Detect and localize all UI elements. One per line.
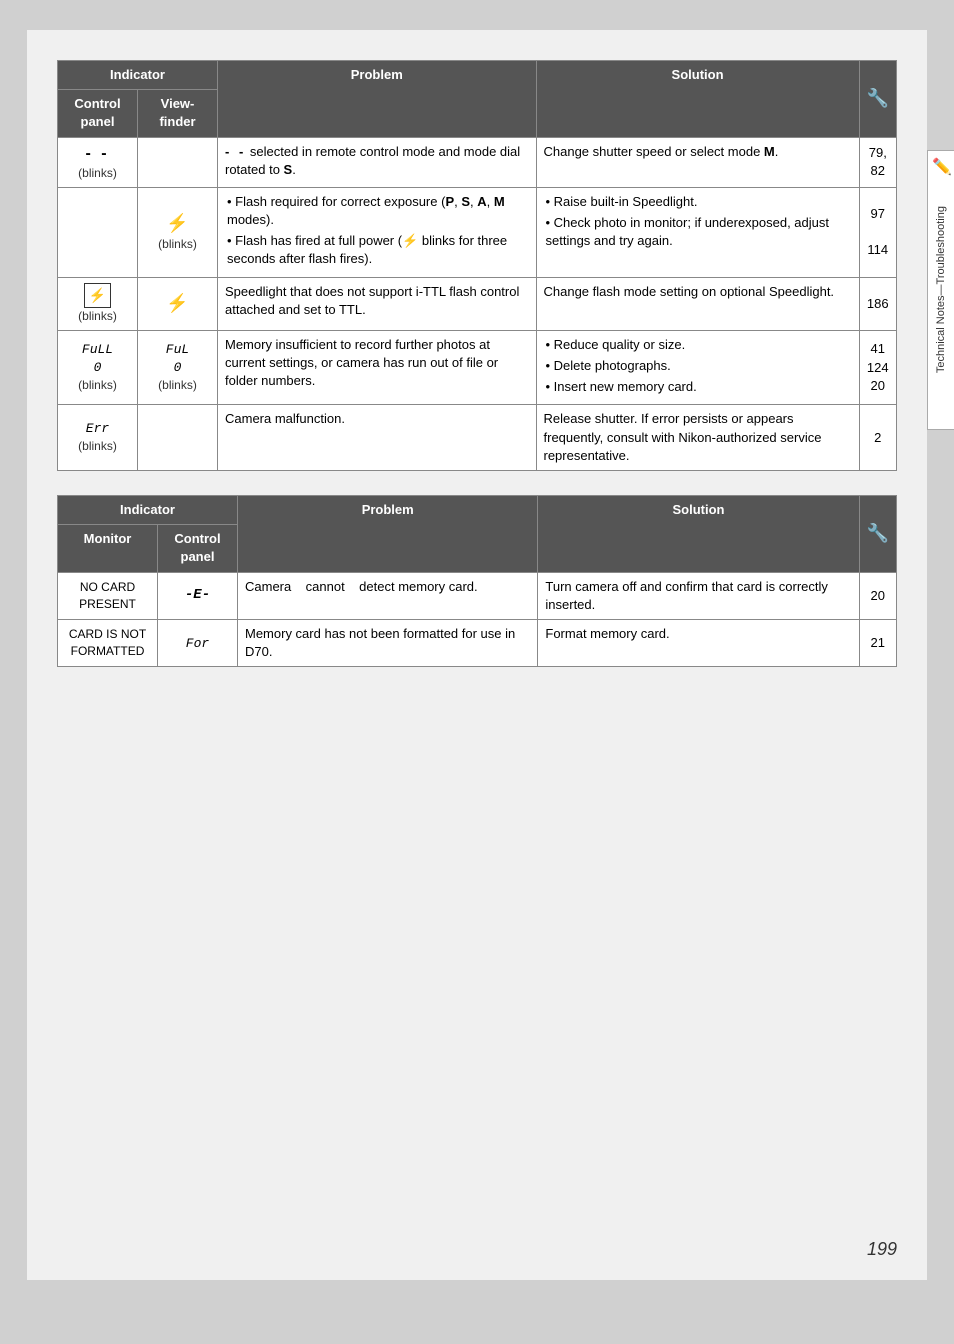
monitor-cell: NO CARDPRESENT bbox=[58, 572, 158, 619]
table-row: Err (blinks) Camera malfunction. Release… bbox=[58, 405, 897, 471]
page-header-2: 🔧 bbox=[859, 496, 896, 573]
problem-cell-2: Memory card has not been formatted for u… bbox=[238, 619, 538, 666]
indicator-header-2: Indicator bbox=[58, 496, 238, 525]
problem-cell: Flash required for correct exposure (P, … bbox=[218, 187, 537, 277]
page-ref-cell: 79,82 bbox=[859, 137, 896, 187]
table-row: ⚡ (blinks) ⚡ Speedlight that does not su… bbox=[58, 277, 897, 330]
table-row: CARD IS NOTFORMATTED For Memory card has… bbox=[58, 619, 897, 666]
control-cell: Err (blinks) bbox=[58, 405, 138, 471]
sidebar-label: Technical Notes—Troubleshooting bbox=[934, 206, 948, 373]
control-cell: FuLL0 (blinks) bbox=[58, 330, 138, 405]
problem-cell: Memory insufficient to record further ph… bbox=[218, 330, 537, 405]
indicator-header-1: Indicator bbox=[58, 61, 218, 90]
solution-header-1: Solution bbox=[536, 61, 859, 138]
table-row: NO CARDPRESENT -E- Camera cannot detect … bbox=[58, 572, 897, 619]
page-ref-cell-2: 20 bbox=[859, 572, 896, 619]
solution-cell: Change flash mode setting on optional Sp… bbox=[536, 277, 859, 330]
table-row: ⚡ (blinks) Flash required for correct ex… bbox=[58, 187, 897, 277]
solution-cell: Release shutter. If error persists or ap… bbox=[536, 405, 859, 471]
viewfinder-cell: ⚡ bbox=[138, 277, 218, 330]
problem-header-1: Problem bbox=[218, 61, 537, 138]
control-cell-2: -E- bbox=[158, 572, 238, 619]
dash-symbol: - - bbox=[65, 143, 130, 165]
page: ✏️ Technical Notes—Troubleshooting Indic… bbox=[27, 30, 927, 1280]
pencil-icon: ✏️ bbox=[932, 157, 952, 177]
page-number: 199 bbox=[867, 1239, 897, 1260]
page-ref-cell: 186 bbox=[859, 277, 896, 330]
problem-cell: - - selected in remote control mode and … bbox=[218, 137, 537, 187]
problem-header-2: Problem bbox=[238, 496, 538, 573]
sidebar-tab: ✏️ Technical Notes—Troubleshooting bbox=[927, 150, 954, 430]
viewfinder-cell bbox=[138, 137, 218, 187]
problem-cell: Speedlight that does not support i-TTL f… bbox=[218, 277, 537, 330]
table-2: Indicator Problem Solution 🔧 Monitor Con… bbox=[57, 495, 897, 667]
solution-header-2: Solution bbox=[538, 496, 859, 573]
page-ref-cell: 2 bbox=[859, 405, 896, 471]
solution-cell-2: Format memory card. bbox=[538, 619, 859, 666]
viewfinder-cell: FuL0 (blinks) bbox=[138, 330, 218, 405]
problem-cell-2: Camera cannot detect memory card. bbox=[238, 572, 538, 619]
control-panel-header-2: Control panel bbox=[158, 525, 238, 572]
table-1: Indicator Problem Solution 🔧 Control pan… bbox=[57, 60, 897, 471]
table-row: FuLL0 (blinks) FuL0 (blinks) Memory insu… bbox=[58, 330, 897, 405]
problem-cell: Camera malfunction. bbox=[218, 405, 537, 471]
page-ref-cell-2: 21 bbox=[859, 619, 896, 666]
viewfinder-cell: ⚡ (blinks) bbox=[138, 187, 218, 277]
control-cell: ⚡ (blinks) bbox=[58, 277, 138, 330]
control-cell-2: For bbox=[158, 619, 238, 666]
wrench-icon: 🔧 bbox=[867, 88, 889, 108]
control-cell bbox=[58, 187, 138, 277]
solution-cell: Raise built-in Speedlight. Check photo i… bbox=[536, 187, 859, 277]
monitor-header: Monitor bbox=[58, 525, 158, 572]
solution-cell-2: Turn camera off and confirm that card is… bbox=[538, 572, 859, 619]
control-panel-header: Control panel bbox=[58, 90, 138, 137]
viewfinder-header: View-finder bbox=[138, 90, 218, 137]
table-row: - - (blinks) - - selected in remote cont… bbox=[58, 137, 897, 187]
solution-cell: Reduce quality or size. Delete photograp… bbox=[536, 330, 859, 405]
control-cell: - - (blinks) bbox=[58, 137, 138, 187]
monitor-cell: CARD IS NOTFORMATTED bbox=[58, 619, 158, 666]
page-ref-cell: 97114 bbox=[859, 187, 896, 277]
viewfinder-cell bbox=[138, 405, 218, 471]
page-header-1: 🔧 bbox=[859, 61, 896, 138]
page-ref-cell: 4112420 bbox=[859, 330, 896, 405]
solution-cell: Change shutter speed or select mode M. bbox=[536, 137, 859, 187]
wrench-icon-2: 🔧 bbox=[867, 523, 889, 543]
